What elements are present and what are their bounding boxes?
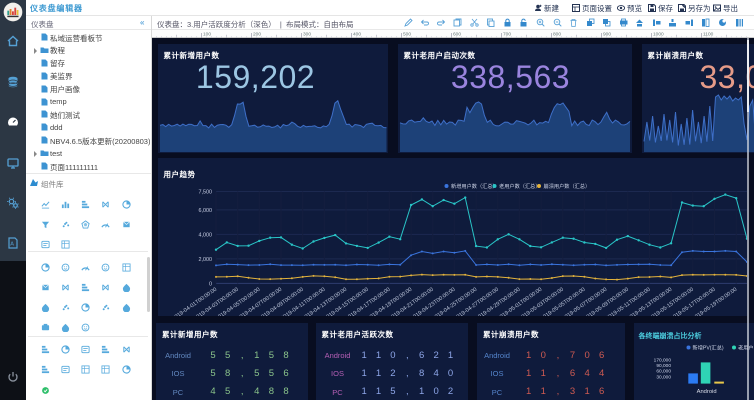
svg-text:900: 900 — [603, 31, 611, 37]
svg-text:新增用户数（汇总）: 新增用户数（汇总） — [451, 182, 498, 190]
svg-text:1100: 1100 — [703, 31, 714, 37]
svg-text:A: A — [10, 242, 14, 248]
svg-text:700: 700 — [503, 31, 511, 37]
svg-text:400: 400 — [353, 31, 361, 37]
svg-text:200: 200 — [253, 31, 261, 37]
svg-text:30,000: 30,000 — [656, 374, 671, 380]
svg-text:Android: Android — [696, 389, 716, 395]
svg-text:0: 0 — [209, 281, 212, 287]
svg-text:90,000: 90,000 — [656, 363, 671, 369]
svg-text:老用户数（汇总）: 老用户数（汇总） — [499, 182, 541, 190]
svg-text:600: 600 — [453, 31, 461, 37]
svg-text:100: 100 — [203, 31, 211, 37]
svg-text:1000: 1000 — [653, 31, 664, 37]
svg-text:6,000: 6,000 — [198, 208, 212, 214]
svg-text:800: 800 — [553, 31, 561, 37]
svg-text:4,000: 4,000 — [198, 232, 212, 238]
svg-text:60,000: 60,000 — [656, 369, 671, 375]
svg-text:170,000: 170,000 — [653, 357, 671, 363]
svg-text:崩溃用户数（汇总）: 崩溃用户数（汇总） — [543, 182, 590, 190]
svg-text:300: 300 — [303, 31, 311, 37]
svg-text:新增PV(汇总): 新增PV(汇总) — [692, 344, 723, 352]
svg-text:7,500: 7,500 — [198, 190, 212, 196]
svg-text:老用户PV(汇总): 老用户PV(汇总) — [738, 344, 754, 352]
svg-text:500: 500 — [403, 31, 411, 37]
svg-text:2,000: 2,000 — [198, 257, 212, 263]
